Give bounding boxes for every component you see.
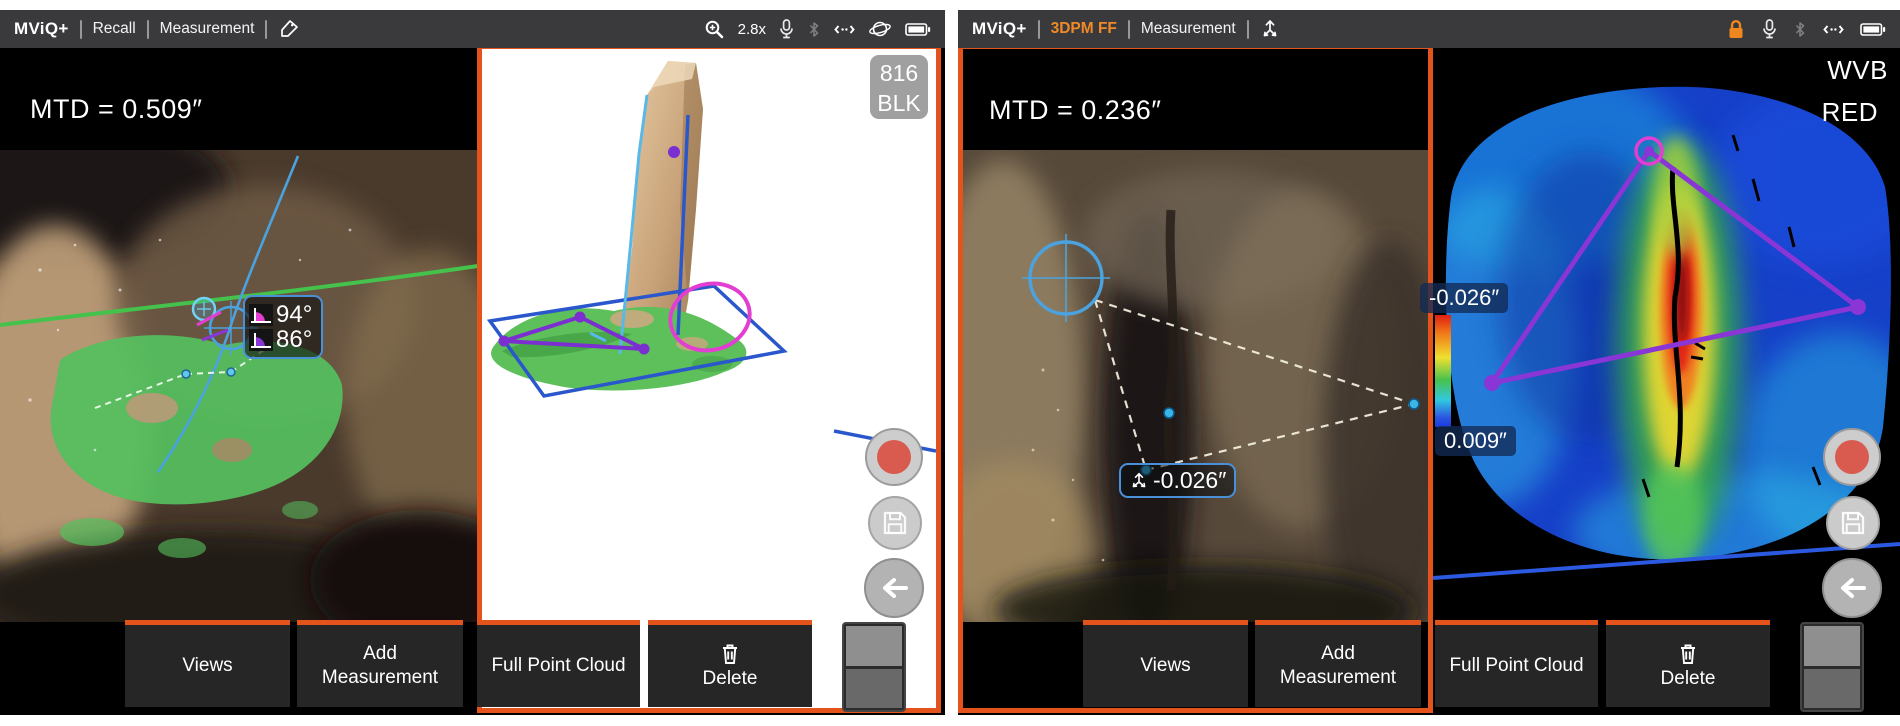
joystick-upper <box>1804 626 1860 666</box>
link-arrows-icon <box>834 22 855 37</box>
joystick-lower <box>1804 669 1860 709</box>
battery-icon <box>905 21 931 38</box>
floppy-save-icon <box>880 508 910 538</box>
zoom-magnifier-icon[interactable] <box>704 19 725 40</box>
menu-separator <box>1038 20 1040 39</box>
lw-menu-item-measurement[interactable]: Measurement <box>160 20 255 38</box>
joystick-indicator[interactable] <box>842 622 906 712</box>
angle-value-2: 86° <box>276 328 312 352</box>
point-cloud-render <box>482 49 936 708</box>
scale-min-label[interactable]: 0.009″ <box>1435 426 1516 456</box>
trash-icon <box>1675 641 1701 667</box>
link-arrows-icon <box>1823 22 1844 37</box>
dual-screenshot-canvas: MViQ+ Recall Measurement 2.8x <box>0 0 1900 726</box>
scale-max-label[interactable]: -0.026″ <box>1420 283 1508 313</box>
lw-brand[interactable]: MViQ+ <box>14 19 69 39</box>
back-button[interactable] <box>864 558 924 618</box>
measurement-point[interactable] <box>182 370 190 378</box>
save-button[interactable] <box>1826 496 1880 550</box>
back-button[interactable] <box>1822 558 1882 618</box>
lw-measurement-image <box>0 150 478 622</box>
lock-icon <box>1726 19 1746 40</box>
steering-mode-icon[interactable] <box>1260 19 1280 39</box>
zoom-level-value[interactable]: 2.8x <box>738 21 766 38</box>
vertex-point[interactable] <box>668 146 680 158</box>
menu-separator <box>1128 20 1130 39</box>
menu-separator <box>147 20 149 39</box>
measurement-point[interactable] <box>1409 399 1419 409</box>
angle-measurement-label[interactable]: 94° 86° <box>243 295 323 359</box>
lw-point-cloud-pane[interactable]: 816 BLK <box>477 44 941 713</box>
menu-separator <box>265 20 267 39</box>
rw-menu-item-measurement[interactable]: Measurement <box>1141 20 1236 38</box>
joystick-indicator[interactable] <box>1800 622 1864 712</box>
joystick-upper <box>846 626 902 666</box>
lw-menu-item-recall[interactable]: Recall <box>93 20 136 38</box>
depth-measurement-label[interactable]: -0.026″ <box>1119 463 1236 498</box>
record-button[interactable] <box>865 428 923 486</box>
menu-separator <box>80 20 82 39</box>
microphone-icon <box>1762 19 1777 40</box>
add-measurement-button[interactable]: Add Measurement <box>1255 620 1421 707</box>
record-dot-icon <box>1835 440 1869 474</box>
rw-menu-item-3dpm-ff[interactable]: 3DPM FF <box>1051 20 1117 38</box>
bluetooth-icon <box>1793 20 1807 39</box>
views-button[interactable]: Views <box>125 620 290 707</box>
record-button[interactable] <box>1823 428 1881 486</box>
rw-menubar: MViQ+ 3DPM FF Measurement <box>958 10 1900 48</box>
floppy-save-icon <box>1838 508 1868 538</box>
rw-surface-image <box>963 150 1428 622</box>
save-button[interactable] <box>868 496 922 550</box>
steering-sphere-icon[interactable] <box>868 19 892 39</box>
delete-button[interactable]: Delete <box>1606 620 1770 707</box>
measurement-point[interactable] <box>1164 408 1174 418</box>
badge-mode: BLK <box>870 88 928 118</box>
rw-depth-heatmap <box>1433 47 1900 713</box>
depth-icon <box>1129 471 1149 490</box>
joystick-lower <box>846 669 902 709</box>
full-point-cloud-button[interactable]: Full Point Cloud <box>1435 620 1598 707</box>
heatmap-label-wvb: WVB <box>1827 55 1888 86</box>
back-arrow-icon <box>1837 576 1867 600</box>
badge-number: 816 <box>870 58 928 88</box>
rw-mtd-readout: MTD = 0.236″ <box>989 95 1161 126</box>
bluetooth-icon <box>807 20 821 39</box>
left-app-window: MViQ+ Recall Measurement 2.8x <box>0 10 945 715</box>
battery-icon <box>1860 21 1886 38</box>
rw-brand[interactable]: MViQ+ <box>972 19 1027 39</box>
angle-value-1: 94° <box>276 303 312 327</box>
menu-separator <box>1247 20 1249 39</box>
trash-icon <box>717 641 743 667</box>
microphone-icon <box>779 19 794 40</box>
lw-mtd-readout: MTD = 0.509″ <box>30 94 202 125</box>
delete-button[interactable]: Delete <box>648 620 812 707</box>
angle-wedge-icon-purple <box>249 329 273 351</box>
annotation-icon[interactable] <box>278 19 300 39</box>
depth-value: -0.026″ <box>1153 467 1226 494</box>
views-button[interactable]: Views <box>1083 620 1248 707</box>
lw-menubar: MViQ+ Recall Measurement 2.8x <box>0 10 945 48</box>
back-arrow-icon <box>879 576 909 600</box>
full-point-cloud-button[interactable]: Full Point Cloud <box>477 620 640 707</box>
heatmap-label-red: RED <box>1822 97 1878 128</box>
right-app-window: MViQ+ 3DPM FF Measurement <box>958 10 1900 715</box>
add-measurement-button[interactable]: Add Measurement <box>297 620 463 707</box>
rw-measurement-image-pane[interactable]: MTD = 0.236″ <box>958 44 1433 713</box>
depth-color-scale <box>1435 315 1451 427</box>
measurement-point[interactable] <box>227 368 235 376</box>
record-dot-icon <box>877 440 911 474</box>
angle-wedge-icon-magenta <box>249 304 273 326</box>
image-index-badge: 816 BLK <box>870 55 928 119</box>
